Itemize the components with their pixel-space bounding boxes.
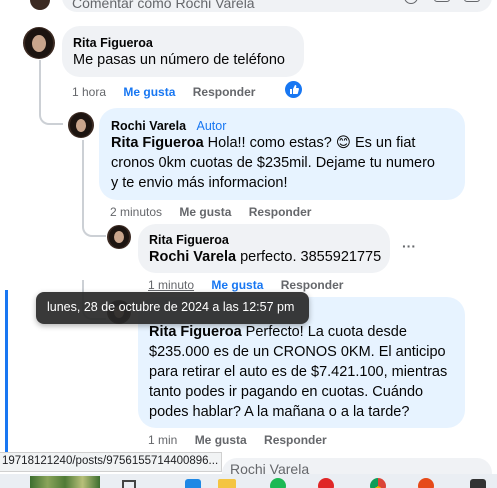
timestamp-tooltip: lunes, 28 de octubre de 2024 a las 12:57… bbox=[36, 292, 309, 324]
like-button[interactable]: Me gusta bbox=[179, 205, 231, 219]
comment-text-line: y te envio más informacion! bbox=[111, 175, 288, 191]
text-part: Perfecto! La cuota desde bbox=[241, 324, 407, 340]
text-part: Hola!! como estas? bbox=[203, 135, 336, 151]
mention-link[interactable]: Rita Figueroa bbox=[149, 324, 242, 340]
avatar-rita-2[interactable] bbox=[107, 225, 131, 249]
window-icon[interactable] bbox=[122, 480, 136, 488]
comment-text-line: $235.000 es de un CRONOS 0KM. El anticip… bbox=[149, 344, 446, 360]
comment-author[interactable]: Rochi Varela bbox=[111, 119, 186, 133]
left-accent-line bbox=[5, 290, 8, 460]
app-icon-red[interactable] bbox=[418, 478, 434, 488]
comment-text: Me pasas un número de teléfono bbox=[73, 52, 285, 68]
avatar-rita-1[interactable] bbox=[23, 27, 55, 59]
mention-link[interactable]: Rita Figueroa bbox=[111, 135, 204, 151]
like-button[interactable]: Me gusta bbox=[211, 278, 263, 292]
comment-text: Rita Figueroa Hola!! como estas? 😊 Es un… bbox=[111, 133, 415, 153]
avatar-rochi-1[interactable] bbox=[68, 112, 94, 138]
tooltip-text: lunes, 28 de octubre de 2024 a las 12:57… bbox=[47, 300, 295, 314]
top-comment-placeholder: Comentar como Rochi Varela bbox=[72, 0, 255, 11]
comment-text-line: cronos 0km cuotas de $235mil. Dejame tu … bbox=[111, 155, 435, 171]
comment-author[interactable]: Rita Figueroa bbox=[73, 35, 153, 51]
comment-text: Rochi Varela perfecto. 3855921775 bbox=[149, 247, 381, 267]
reply-button[interactable]: Responder bbox=[193, 85, 256, 99]
comment-bubble-2: Rochi Varela Autor Rita Figueroa Hola!! … bbox=[99, 108, 465, 200]
comment-text-line: para retirar el auto es de $7.421.100, m… bbox=[149, 364, 448, 380]
taskbar bbox=[0, 474, 497, 488]
more-options-button[interactable]: ··· bbox=[402, 238, 416, 254]
reply-button[interactable]: Responder bbox=[264, 433, 327, 447]
top-comment-input[interactable]: Comentar como Rochi Varela bbox=[62, 0, 492, 12]
opera-icon[interactable] bbox=[318, 478, 334, 488]
like-button[interactable]: Me gusta bbox=[123, 85, 175, 99]
like-button[interactable]: Me gusta bbox=[195, 433, 247, 447]
emoji-icon[interactable] bbox=[404, 0, 418, 4]
folder-icon[interactable] bbox=[218, 479, 236, 488]
mention-link[interactable]: Rochi Varela bbox=[149, 249, 236, 265]
thread-line-main bbox=[39, 60, 41, 103]
comment-time[interactable]: 1 min bbox=[148, 433, 177, 447]
comment-text-line: tanto podes ir pagando en cuotas. Cuándo bbox=[149, 384, 424, 400]
reply-button[interactable]: Responder bbox=[249, 205, 312, 219]
thread-curve-2 bbox=[82, 207, 106, 237]
author-badge: Autor bbox=[196, 119, 227, 133]
comment-actions-3: 1 minuto Me gusta Responder bbox=[148, 277, 357, 293]
text-part: perfecto. 3855921775 bbox=[236, 249, 382, 265]
current-user-avatar bbox=[30, 0, 50, 10]
text-part: Es un fiat bbox=[350, 135, 416, 151]
comment-time[interactable]: 2 minutos bbox=[110, 205, 162, 219]
comment-text-line: podes hablar? A la mañana o a la tarde? bbox=[149, 404, 410, 420]
comment-actions-4: 1 min Me gusta Responder bbox=[148, 432, 341, 448]
smile-emoji: 😊 bbox=[335, 135, 351, 151]
status-url-text: 19718121240/posts/9756155714400896... bbox=[2, 455, 219, 467]
comment-actions-2: 2 minutos Me gusta Responder bbox=[110, 204, 325, 220]
comment-bubble-1: Rita Figueroa Me pasas un número de telé… bbox=[62, 26, 304, 77]
comment-text: Rita Figueroa Perfecto! La cuota desde bbox=[149, 322, 407, 342]
chrome-icon[interactable] bbox=[370, 478, 386, 488]
app-icon-dark[interactable] bbox=[470, 479, 486, 488]
thread-line-reply bbox=[82, 140, 84, 210]
gif-icon[interactable] bbox=[464, 0, 480, 2]
reply-button[interactable]: Responder bbox=[281, 278, 344, 292]
thread-curve-1 bbox=[39, 100, 63, 125]
comment-author[interactable]: Rita Figueroa bbox=[149, 232, 229, 248]
comment-time[interactable]: 1 minuto bbox=[148, 278, 194, 292]
comment-bubble-3: Rita Figueroa Rochi Varela perfecto. 385… bbox=[138, 224, 390, 273]
camera-icon[interactable] bbox=[434, 0, 450, 2]
plant-image-icon bbox=[30, 476, 100, 488]
comment-actions-1: 1 hora Me gusta Responder bbox=[72, 84, 269, 100]
comment-time[interactable]: 1 hora bbox=[72, 85, 106, 99]
like-reaction-icon[interactable] bbox=[285, 81, 302, 98]
status-bar-url: 19718121240/posts/9756155714400896... bbox=[0, 452, 222, 472]
app-icon-blue[interactable] bbox=[185, 479, 201, 488]
spotify-icon[interactable] bbox=[270, 478, 286, 488]
